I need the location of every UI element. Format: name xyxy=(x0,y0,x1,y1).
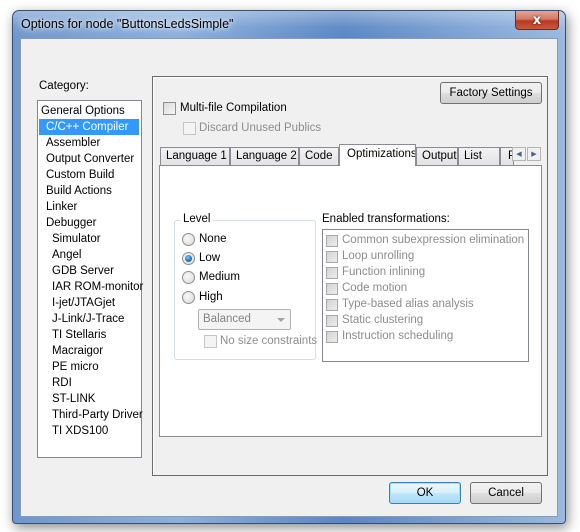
level-low-radio[interactable] xyxy=(182,252,195,265)
type-based-alias-analysis-label: Type-based alias analysis xyxy=(342,298,474,310)
enabled-transformations-label: Enabled transformations: xyxy=(322,213,450,225)
category-label: Category: xyxy=(39,80,89,92)
level-high-radio[interactable] xyxy=(182,291,195,304)
level-medium-radio[interactable] xyxy=(182,271,195,284)
category-item-angel[interactable]: Angel xyxy=(39,247,81,263)
category-item-ti-stellaris[interactable]: TI Stellaris xyxy=(39,327,106,343)
close-button[interactable]: x xyxy=(515,11,559,30)
factory-settings-label: Factory Settings xyxy=(449,87,533,99)
function-inlining-checkbox[interactable] xyxy=(326,267,338,279)
category-item-general-options[interactable]: General Options xyxy=(39,103,125,119)
category-item-custom-build[interactable]: Custom Build xyxy=(39,167,114,183)
category-item-macraigor[interactable]: Macraigor xyxy=(39,343,103,359)
category-item-output-converter[interactable]: Output Converter xyxy=(39,151,134,167)
tab-scroll-right-button[interactable]: ▶ xyxy=(527,147,541,161)
category-item-st-link[interactable]: ST-LINK xyxy=(39,391,95,407)
high-mode-select[interactable]: Balanced xyxy=(198,309,291,330)
level-medium-label: Medium xyxy=(199,271,240,283)
instruction-scheduling-label: Instruction scheduling xyxy=(342,330,454,342)
tab-language-1[interactable]: Language 1 xyxy=(160,147,230,165)
static-clustering-checkbox[interactable] xyxy=(326,315,338,327)
code-motion-label: Code motion xyxy=(342,282,408,294)
category-item-i-jet-jtagjet[interactable]: I-jet/JTAGjet xyxy=(39,295,115,311)
category-item-assembler[interactable]: Assembler xyxy=(39,135,100,151)
tab-code[interactable]: Code xyxy=(299,147,339,165)
tab-output[interactable]: Output xyxy=(416,147,458,165)
arrow-right-icon: ▶ xyxy=(531,151,537,158)
category-item-j-link-j-trace[interactable]: J-Link/J-Trace xyxy=(39,311,124,327)
category-item-gdb-server[interactable]: GDB Server xyxy=(39,263,114,279)
discard-unused-publics-checkbox[interactable] xyxy=(183,122,196,135)
multi-file-compilation-checkbox[interactable] xyxy=(163,102,176,115)
level-high-label: High xyxy=(199,291,223,303)
cse-label: Common subexpression elimination xyxy=(342,234,525,246)
tab-scroll-left-button[interactable]: ◀ xyxy=(512,147,526,161)
function-inlining-label: Function inlining xyxy=(342,266,426,278)
cancel-button[interactable]: Cancel xyxy=(470,482,542,504)
level-legend: Level xyxy=(181,213,213,225)
category-item-simulator[interactable]: Simulator xyxy=(39,231,101,247)
arrow-left-icon: ◀ xyxy=(516,151,522,158)
category-item-c-cpp-compiler[interactable]: C/C++ Compiler xyxy=(39,119,139,135)
category-list[interactable]: General Options C/C++ Compiler Assembler… xyxy=(37,100,143,458)
multi-file-compilation-label: Multi-file Compilation xyxy=(180,102,287,114)
ok-button[interactable]: OK xyxy=(389,482,461,504)
static-clustering-label: Static clustering xyxy=(342,314,424,326)
category-item-ti-xds100[interactable]: TI XDS100 xyxy=(39,423,108,439)
category-item-iar-rom-monitor[interactable]: IAR ROM-monitor xyxy=(39,279,143,295)
category-item-debugger[interactable]: Debugger xyxy=(39,215,97,231)
level-none-radio[interactable] xyxy=(182,233,195,246)
instruction-scheduling-checkbox[interactable] xyxy=(326,331,338,343)
category-item-build-actions[interactable]: Build Actions xyxy=(39,183,112,199)
loop-unrolling-label: Loop unrolling xyxy=(342,250,415,262)
tab-optimizations[interactable]: Optimizations xyxy=(339,144,416,166)
discard-unused-publics-label: Discard Unused Publics xyxy=(199,122,322,134)
chevron-down-icon xyxy=(277,318,285,322)
close-icon: x xyxy=(532,12,542,28)
cancel-label: Cancel xyxy=(488,487,524,499)
tab-language-2[interactable]: Language 2 xyxy=(230,147,299,165)
type-based-alias-analysis-checkbox[interactable] xyxy=(326,299,338,311)
transformations-list: Common subexpression elimination Loop un… xyxy=(322,229,529,362)
tab-list[interactable]: List xyxy=(458,147,500,165)
title-bar[interactable]: Options for node "ButtonsLedsSimple" x xyxy=(13,11,565,38)
factory-settings-button[interactable]: Factory Settings xyxy=(440,82,542,104)
ok-label: OK xyxy=(416,487,434,499)
level-low-label: Low xyxy=(199,252,221,264)
window-title: Options for node "ButtonsLedsSimple" xyxy=(21,17,234,31)
level-none-label: None xyxy=(199,233,227,245)
no-size-constraints-checkbox[interactable] xyxy=(204,335,217,348)
category-item-third-party-driver[interactable]: Third-Party Driver xyxy=(39,407,143,423)
cse-checkbox[interactable] xyxy=(326,235,338,247)
high-mode-value: Balanced xyxy=(203,313,251,325)
category-item-rdi[interactable]: RDI xyxy=(39,375,72,391)
loop-unrolling-checkbox[interactable] xyxy=(326,251,338,263)
category-item-pe-micro[interactable]: PE micro xyxy=(39,359,99,375)
no-size-constraints-label: No size constraints xyxy=(220,335,318,347)
category-item-linker[interactable]: Linker xyxy=(39,199,77,215)
code-motion-checkbox[interactable] xyxy=(326,283,338,295)
